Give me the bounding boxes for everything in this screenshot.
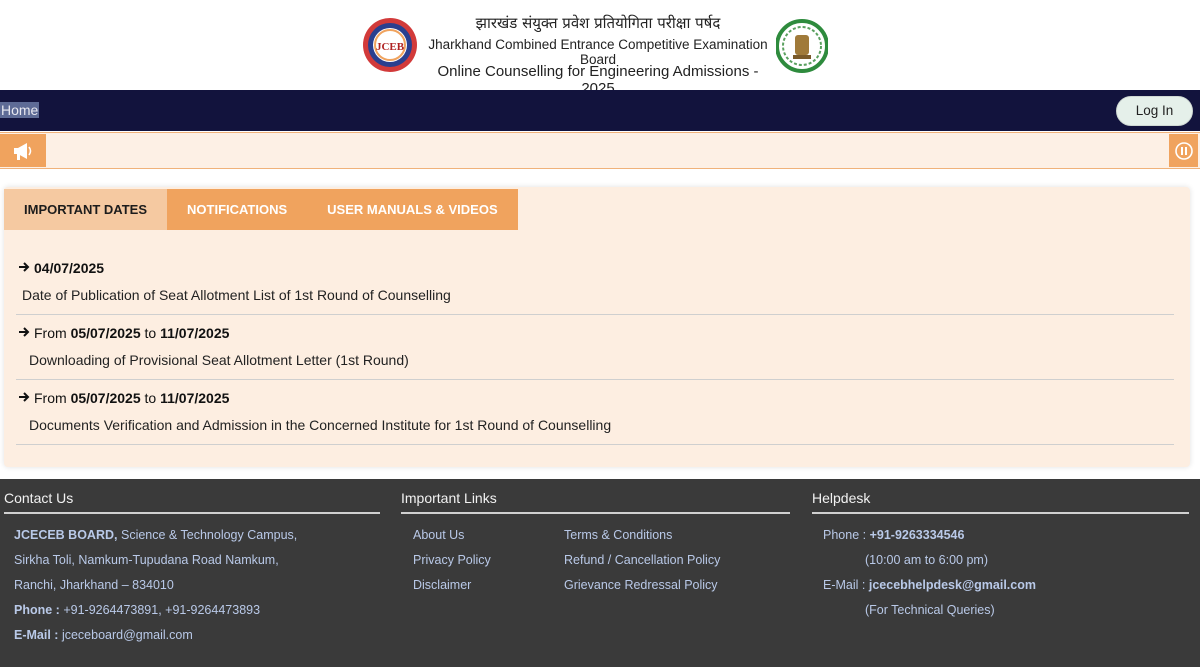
helpdesk-hours: (10:00 am to 6:00 pm) bbox=[865, 553, 988, 567]
date-to: 11/07/2025 bbox=[160, 325, 230, 341]
jharkhand-emblem bbox=[775, 7, 829, 85]
date-to: 11/07/2025 bbox=[160, 390, 230, 406]
helpdesk-phone-value: +91-9263334546 bbox=[869, 528, 965, 542]
tab-important-dates[interactable]: IMPORTANT DATES bbox=[4, 189, 168, 230]
date-from: 05/07/2025 bbox=[70, 390, 141, 406]
helpdesk-email-value: jcecebhelpdesk@gmail.com bbox=[868, 578, 1036, 592]
date-list-item: From 05/07/2025 to 11/07/2025 Downloadin… bbox=[16, 316, 1174, 380]
date-value: 04/07/2025 bbox=[34, 260, 105, 276]
pause-icon[interactable] bbox=[1169, 134, 1198, 167]
contact-title: Contact Us bbox=[4, 490, 74, 506]
email-value: jceceboard@gmail.com bbox=[61, 628, 193, 642]
announcement-bar bbox=[0, 132, 1200, 169]
links-divider bbox=[401, 512, 790, 514]
login-button[interactable]: Log In bbox=[1116, 96, 1193, 126]
helpdesk-email-label: E-Mail : bbox=[823, 578, 866, 592]
phone-value: +91-9264473891, +91-9264473893 bbox=[63, 603, 261, 617]
date-list-item: 04/07/2025 Date of Publication of Seat A… bbox=[16, 252, 1174, 315]
date-prefix: From bbox=[34, 390, 67, 406]
helpdesk-phone: Phone : +91-9263334546 bbox=[823, 528, 964, 542]
link-refund-policy[interactable]: Refund / Cancellation Policy bbox=[564, 553, 720, 567]
arrow-right-icon bbox=[18, 260, 30, 276]
logo-text: JCEB bbox=[376, 41, 405, 53]
link-terms-conditions[interactable]: Terms & Conditions bbox=[564, 528, 672, 542]
arrow-right-icon bbox=[18, 325, 30, 341]
helpdesk-email: E-Mail : jcecebhelpdesk@gmail.com bbox=[823, 578, 1036, 592]
contact-divider bbox=[4, 512, 380, 514]
contact-email: E-Mail : jceceboard@gmail.com bbox=[14, 628, 193, 642]
nav-home-link[interactable]: Home bbox=[0, 102, 40, 118]
helpdesk-phone-label: Phone : bbox=[823, 528, 867, 542]
contact-address-line: JCECEB BOARD, Science & Technology Campu… bbox=[14, 528, 297, 542]
arrow-right-icon bbox=[18, 390, 30, 406]
date-from: 05/07/2025 bbox=[70, 325, 141, 341]
date-prefix: From bbox=[34, 325, 67, 341]
date-description: Documents Verification and Admission in … bbox=[29, 417, 612, 433]
helpdesk-title: Helpdesk bbox=[812, 490, 871, 506]
link-grievance-policy[interactable]: Grievance Redressal Policy bbox=[564, 578, 718, 592]
address-1: Science & Technology Campus, bbox=[120, 528, 298, 542]
address-2: Sirkha Toli, Namkum-Tupudana Road Namkum… bbox=[14, 553, 279, 567]
org-name: JCECEB BOARD, bbox=[14, 528, 118, 542]
date-list-item: From 05/07/2025 to 11/07/2025 Documents … bbox=[16, 381, 1174, 445]
date-description: Date of Publication of Seat Allotment Li… bbox=[22, 287, 451, 303]
email-label: E-Mail : bbox=[14, 628, 59, 642]
link-disclaimer[interactable]: Disclaimer bbox=[413, 578, 471, 592]
link-about-us[interactable]: About Us bbox=[413, 528, 464, 542]
jceceb-logo: JCEB bbox=[362, 6, 418, 84]
helpdesk-note: (For Technical Queries) bbox=[865, 603, 995, 617]
date-connector: to bbox=[144, 325, 157, 341]
main-navbar: Home bbox=[0, 90, 1200, 131]
address-3: Ranchi, Jharkhand – 834010 bbox=[14, 578, 174, 592]
megaphone-icon bbox=[0, 134, 46, 167]
board-name-hindi: झारखंड संयुक्त प्रवेश प्रतियोगिता परीक्ष… bbox=[475, 14, 721, 32]
links-title: Important Links bbox=[401, 490, 497, 506]
tab-bar: IMPORTANT DATES NOTIFICATIONS USER MANUA… bbox=[4, 189, 518, 230]
helpdesk-divider bbox=[812, 512, 1189, 514]
tab-notifications[interactable]: NOTIFICATIONS bbox=[167, 189, 308, 230]
link-privacy-policy[interactable]: Privacy Policy bbox=[413, 553, 491, 567]
date-description: Downloading of Provisional Seat Allotmen… bbox=[29, 352, 409, 368]
phone-label: Phone : bbox=[14, 603, 60, 617]
date-connector: to bbox=[144, 390, 157, 406]
tab-user-manuals-videos[interactable]: USER MANUALS & VIDEOS bbox=[307, 189, 518, 230]
contact-phone: Phone : +91-9264473891, +91-9264473893 bbox=[14, 603, 260, 617]
